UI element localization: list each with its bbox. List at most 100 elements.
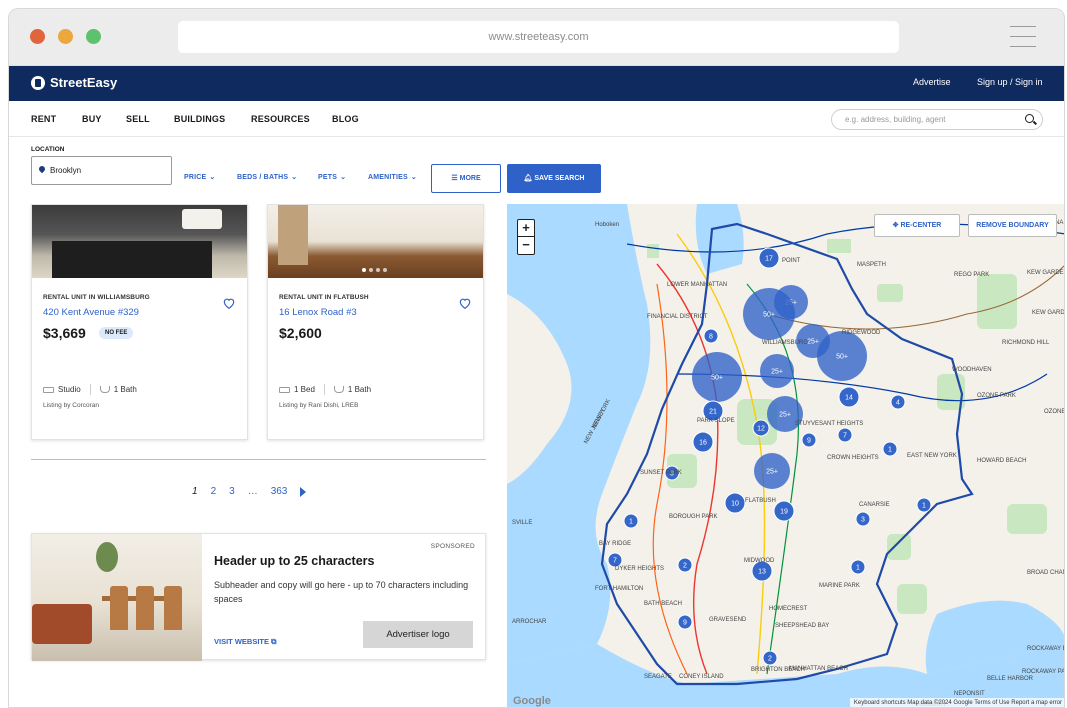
map-water-east-river [695, 204, 744, 274]
map-place-label: ROCKAWAY BEACH [1027, 646, 1065, 652]
listing-beds: Studio [58, 385, 81, 394]
nav-rent[interactable]: RENT [31, 114, 56, 124]
browser-menu-icon[interactable] [1010, 26, 1036, 48]
address-bar[interactable]: www.streeteasy.com [178, 21, 899, 53]
bath-icon [99, 386, 110, 393]
recenter-button[interactable]: ✥ RE-CENTER [874, 214, 960, 237]
map-place-label: MASPETH [857, 262, 886, 268]
map-place-label: CONEY ISLAND [679, 674, 724, 680]
map-place-label: CROWN HEIGHTS [827, 455, 879, 461]
map-cluster-marker[interactable]: 9 [801, 432, 817, 448]
close-window-button[interactable] [30, 29, 45, 44]
listing-card[interactable]: RENTAL UNIT IN FLATBUSH 16 Lenox Road #3… [267, 204, 484, 440]
save-search-button[interactable]: 🔔︎ SAVE SEARCH [507, 164, 601, 193]
map-cluster-marker[interactable]: 9 [677, 614, 693, 630]
page-link-last[interactable]: 363 [271, 486, 288, 497]
map-cluster-marker[interactable]: 1 [882, 441, 898, 457]
map-place-label: SEAGATE [644, 674, 672, 680]
listing-photo[interactable] [268, 205, 483, 278]
nav-sell[interactable]: SELL [126, 114, 150, 124]
nav-resources[interactable]: RESOURCES [251, 114, 310, 124]
price-filter[interactable]: PRICE ⌄ [184, 173, 215, 181]
ad-photo-chair [136, 586, 154, 630]
map-place-label: RICHMOND HILL [1002, 340, 1050, 346]
beds-baths-filter[interactable]: BEDS / BATHS ⌄ [237, 173, 297, 181]
bath-icon [333, 386, 344, 393]
map-attribution[interactable]: Keyboard shortcuts Map data ©2024 Google… [849, 698, 1064, 707]
nav-blog[interactable]: BLOG [332, 114, 359, 124]
nav-buildings[interactable]: BUILDINGS [174, 114, 225, 124]
ad-photo[interactable] [32, 534, 202, 661]
pets-filter[interactable]: PETS ⌄ [318, 173, 346, 181]
map-cluster-count: 4 [896, 400, 900, 407]
map-cluster-marker[interactable]: 50+ [817, 331, 867, 381]
map-place-label: Hoboken [595, 222, 619, 228]
minimize-window-button[interactable] [58, 29, 73, 44]
zoom-in-button[interactable]: + [518, 220, 534, 237]
map-cluster-count: 16 [699, 440, 707, 447]
map-cluster-marker[interactable]: 17 [758, 247, 780, 269]
map-cluster-marker[interactable]: 13 [751, 560, 773, 582]
map-cluster-marker[interactable]: 8 [703, 328, 719, 344]
site-search-input[interactable]: e.g. address, building, agent [831, 109, 1043, 130]
photo-pager-dots[interactable] [362, 268, 387, 272]
map-place-label: WOODHAVEN [952, 367, 992, 373]
heart-icon[interactable] [458, 296, 472, 310]
maximize-window-button[interactable] [86, 29, 101, 44]
ad-photo-chair [110, 586, 128, 630]
bed-icon [43, 386, 54, 393]
more-filters-button[interactable]: ☰ MORE [431, 164, 501, 193]
signin-link[interactable]: Sign up / Sign in [977, 77, 1043, 87]
map-panel[interactable]: 1725+50+825+50+50+25+1442125+1297116325+… [507, 204, 1065, 708]
map-place-label: EAST NEW YORK [907, 453, 957, 459]
map-cluster-marker[interactable]: 4 [890, 394, 906, 410]
map-place-label: NEPONSIT [954, 691, 985, 697]
map-cluster-marker[interactable]: 25+ [754, 453, 790, 489]
sliders-icon: ☰ [451, 175, 460, 182]
map-cluster-marker[interactable]: 1 [623, 513, 639, 529]
map-cluster-marker[interactable]: 7 [607, 552, 623, 568]
streeteasy-logo[interactable]: StreetEasy [31, 75, 117, 90]
map-cluster-marker[interactable]: 7 [837, 427, 853, 443]
map-cluster-marker[interactable]: 50+ [743, 288, 795, 340]
map-park [827, 239, 851, 253]
sponsored-ad[interactable]: SPONSORED Header up to 25 characters Sub… [31, 533, 486, 661]
map-cluster-marker[interactable]: 12 [752, 419, 770, 437]
listings-panel[interactable]: RENTAL UNIT IN WILLIAMSBURG 420 Kent Ave… [9, 204, 507, 707]
map-cluster-marker[interactable]: 25+ [760, 354, 794, 388]
map-cluster-marker[interactable]: 1 [850, 559, 866, 575]
map-place-label: GRAVESEND [709, 617, 747, 623]
map-cluster-marker[interactable]: 14 [838, 386, 860, 408]
advertiser-logo[interactable]: Advertiser logo [363, 621, 473, 648]
listing-card[interactable]: RENTAL UNIT IN WILLIAMSBURG 420 Kent Ave… [31, 204, 248, 440]
map-cluster-marker[interactable]: 19 [773, 500, 795, 522]
map-cluster-marker[interactable]: 1 [916, 497, 932, 513]
map-park [877, 284, 903, 302]
zoom-out-button[interactable]: − [518, 237, 534, 254]
listing-photo[interactable] [32, 205, 247, 278]
map-cluster-marker[interactable]: 50+ [692, 352, 742, 402]
next-page-icon[interactable] [300, 486, 307, 497]
map-cluster-count: 1 [856, 565, 860, 572]
advertise-link[interactable]: Advertise [913, 77, 951, 87]
page-link[interactable]: 3 [229, 486, 235, 497]
amenities-filter[interactable]: AMENITIES ⌄ [368, 173, 417, 181]
page-link[interactable]: 2 [211, 486, 217, 497]
map-canvas[interactable]: 1725+50+825+50+50+25+1442125+1297116325+… [507, 204, 1065, 708]
map-cluster-marker[interactable]: 10 [724, 492, 746, 514]
map-cluster-marker[interactable]: 3 [855, 511, 871, 527]
map-cluster-count: 21 [709, 409, 717, 416]
nav-buy[interactable]: BUY [82, 114, 102, 124]
location-input[interactable]: Brooklyn [31, 156, 172, 185]
search-icon[interactable] [1025, 114, 1034, 123]
map-cluster-marker[interactable]: 2 [762, 650, 778, 666]
remove-boundary-button[interactable]: REMOVE BOUNDARY [968, 214, 1057, 237]
listing-address-link[interactable]: 16 Lenox Road #3 [279, 307, 357, 318]
bell-icon: 🔔︎ [523, 175, 535, 182]
visit-website-link[interactable]: VISIT WEBSITE ⧉ [214, 637, 276, 647]
listing-address-link[interactable]: 420 Kent Avenue #329 [43, 307, 139, 318]
heart-icon[interactable] [222, 296, 236, 310]
map-cluster-marker[interactable]: 16 [692, 431, 714, 453]
filter-bar: LOCATION Brooklyn PRICE ⌄ BEDS / BATHS ⌄ P… [9, 137, 1064, 204]
map-cluster-marker[interactable]: 2 [677, 557, 693, 573]
